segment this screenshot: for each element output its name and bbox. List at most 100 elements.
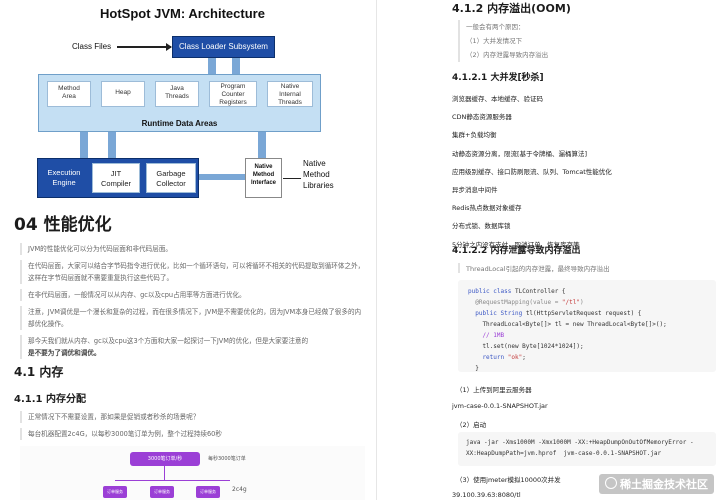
left-page: HotSpot JVM: Architecture Class Files Cl… bbox=[0, 0, 372, 500]
code-token: ; bbox=[522, 354, 526, 361]
paragraph-emphasis: 是不要为了调优和调优。 bbox=[28, 349, 101, 357]
code-token: tl(HttpServletRequest request) { bbox=[522, 310, 642, 317]
cell-line: Execution bbox=[47, 168, 81, 177]
order-service-box: 订单服务 bbox=[150, 486, 174, 498]
watermark-text: 稀土掘金技术社区 bbox=[620, 478, 708, 491]
flow-branch-line bbox=[115, 480, 230, 481]
native-libraries-line bbox=[283, 178, 301, 179]
step-start: （2）启动 bbox=[456, 421, 487, 429]
diagram-title: HotSpot JVM: Architecture bbox=[100, 6, 265, 21]
code-token: String bbox=[500, 310, 523, 317]
paragraph: 在代码层面，大家可以结合字节码指令进行优化，比如一个循环语句，可以将循环不相关的… bbox=[20, 260, 365, 284]
cell-line: Registers bbox=[219, 99, 247, 106]
native-method-interface: Native Method Interface bbox=[245, 158, 282, 198]
list-item: 异步消息中间件 bbox=[452, 186, 498, 195]
rda-exec-arrow-2 bbox=[108, 132, 116, 158]
concurrency-list: 浏览器缓存、本地缓存、验证码 CDN静态资源服务器 集群+负载均衡 动静态资源分… bbox=[452, 90, 612, 254]
order-flow-diagram: 3000笔订单/秒 每秒3000笔订单 订单服务 订单服务 订单服务 2c4g bbox=[20, 446, 365, 500]
order-rate-note: 每秒3000笔订单 bbox=[208, 456, 246, 462]
heap-cell: Heap bbox=[101, 81, 145, 107]
jvm-architecture-diagram: HotSpot JVM: Architecture Class Files Cl… bbox=[0, 0, 372, 205]
code-comment: // 1MB bbox=[468, 332, 505, 339]
code-block-controller: public class TLController { @RequestMapp… bbox=[458, 280, 716, 372]
list-item: 集群+负载均衡 bbox=[452, 131, 497, 140]
exec-native-arrow bbox=[199, 174, 245, 180]
cell-line: Native bbox=[280, 83, 300, 90]
code-token: "ok" bbox=[507, 354, 523, 361]
code-line: tl.set(new Byte[1024*1024]); bbox=[468, 343, 584, 350]
cell-line: Garbage bbox=[156, 169, 186, 178]
intro-line: （2）内存泄露导致内存溢出 bbox=[466, 51, 549, 59]
leak-title: 4.1.2.2 内存泄露导致内存溢出 bbox=[452, 246, 581, 256]
paragraph: 在非代码层面，一般情况可以从内存、gc以及cpu占用率等方面进行优化。 bbox=[20, 289, 365, 301]
paragraph: 每台机器配置2c4G，以每秒3000笔订单为例，整个过程持续60秒 bbox=[20, 428, 365, 440]
subsection-title: 4.1 内存 bbox=[14, 365, 64, 379]
cell-line: Libraries bbox=[303, 181, 334, 190]
watermark: 稀土掘金技术社区 bbox=[599, 474, 714, 494]
class-loader-subsystem: Class Loader Subsystem bbox=[172, 36, 275, 58]
code-token: "/tl" bbox=[561, 299, 580, 306]
code-token: return bbox=[468, 354, 508, 361]
jar-name: jvm-case-0.0.1-SNAPSHOT.jar bbox=[452, 402, 548, 410]
pc-registers-cell: Program Counter Registers bbox=[209, 81, 257, 107]
list-item: 动静态资源分离，限流[基于令牌桶、漏桶算法] bbox=[452, 149, 588, 158]
cell-line: Program bbox=[220, 83, 246, 90]
code-line: java -jar -Xms1000M -Xmx1000M -XX:+HeapD… bbox=[466, 439, 694, 446]
garbage-collector-cell: Garbage Collector bbox=[146, 163, 196, 193]
code-line: public String tl(HttpServletRequest requ… bbox=[468, 308, 706, 319]
code-line: return "ok"; bbox=[468, 352, 706, 363]
flow-line bbox=[164, 466, 165, 480]
cell-line: Native bbox=[303, 159, 326, 168]
code-line: XX:HeapDumpPath=jvm.hprof jvm-case-0.0.1… bbox=[466, 450, 662, 457]
order-service-box: 订单服务 bbox=[103, 486, 127, 498]
cell-line: Internal bbox=[279, 91, 301, 98]
code-token: public class bbox=[468, 288, 512, 295]
cell-line: Heap bbox=[115, 89, 131, 96]
cell-line: Java bbox=[170, 85, 184, 92]
machine-spec: 2c4g bbox=[232, 486, 247, 493]
juejin-logo-icon bbox=[605, 477, 617, 489]
cell-line: Native bbox=[254, 164, 273, 170]
rda-native-arrow bbox=[258, 132, 266, 158]
method-area-cell: Method Area bbox=[47, 81, 91, 107]
runtime-data-areas: Method Area Heap Java Threads Program Co… bbox=[38, 74, 321, 132]
jit-compiler-cell: JIT Compiler bbox=[92, 163, 140, 193]
list-item: 浏览器缓存、本地缓存、验证码 bbox=[452, 95, 543, 103]
code-token: @RequestMapping(value = bbox=[468, 299, 562, 306]
code-token: ) bbox=[579, 299, 584, 306]
rda-exec-arrow-1 bbox=[80, 132, 88, 158]
code-line: public class TLController { bbox=[468, 286, 706, 297]
section-title: 04 性能优化 bbox=[14, 215, 112, 235]
paragraph: 注意，JVM调优是一个漫长和复杂的过程，而在很多情况下，JVM是不需要优化的，因… bbox=[20, 306, 365, 330]
cell-line: Compiler bbox=[100, 179, 131, 188]
cell-line: Threads bbox=[165, 93, 189, 100]
intro-line: 一般会有两个原因： bbox=[466, 23, 525, 31]
code-block-command: java -jar -Xms1000M -Xmx1000M -XX:+HeapD… bbox=[458, 432, 716, 466]
step-upload: （1）上传到阿里云服务器 bbox=[456, 386, 532, 394]
java-threads-cell: Java Threads bbox=[155, 81, 199, 107]
intro-line: （1）大并发情况下 bbox=[466, 37, 523, 45]
cell-line: Threads bbox=[278, 99, 302, 106]
paragraph-text: 那今天我们就从内存、gc以及cpu这3个方面和大家一起探讨一下JVM的优化，但是… bbox=[28, 337, 309, 345]
code-line: } bbox=[468, 365, 479, 372]
execution-engine-box: Execution Engine JIT Compiler Garbage Co… bbox=[37, 158, 199, 198]
server-address: 39.100.39.63:8080/tl bbox=[452, 491, 521, 499]
cell-line: Collector bbox=[156, 179, 186, 188]
code-token: public bbox=[468, 310, 501, 317]
list-item: Redis热点数据对象缓存 bbox=[452, 204, 522, 213]
cell-line: Counter bbox=[221, 91, 245, 98]
page-divider bbox=[376, 0, 377, 500]
right-page: 4.1.2 内存溢出(OOM) 一般会有两个原因： （1）大并发情况下 （2）内… bbox=[380, 0, 720, 500]
cell-line: Method bbox=[303, 170, 330, 179]
order-service-box: 订单服务 bbox=[196, 486, 220, 498]
oom-intro: 一般会有两个原因： （1）大并发情况下 （2）内存泄露导致内存溢出 bbox=[458, 20, 548, 62]
cell-line: JIT bbox=[110, 169, 122, 178]
paragraph: JVM的性能优化可以分为代码层面和非代码层面。 bbox=[20, 243, 365, 255]
list-item: 应用级别缓存、接口防刷限流、队列、Tomcat性能优化 bbox=[452, 167, 612, 176]
concurrency-title: 4.1.2.1 大并发[秒杀] bbox=[452, 73, 544, 83]
native-method-libraries: Native Method Libraries bbox=[303, 158, 334, 191]
native-internal-threads-cell: Native Internal Threads bbox=[267, 81, 313, 107]
runtime-data-areas-label: Runtime Data Areas bbox=[141, 119, 218, 128]
class-files-arrow bbox=[117, 46, 171, 48]
leak-quote: ThreadLocal引起的内存泄露，最终导致内存溢出 bbox=[458, 263, 610, 273]
